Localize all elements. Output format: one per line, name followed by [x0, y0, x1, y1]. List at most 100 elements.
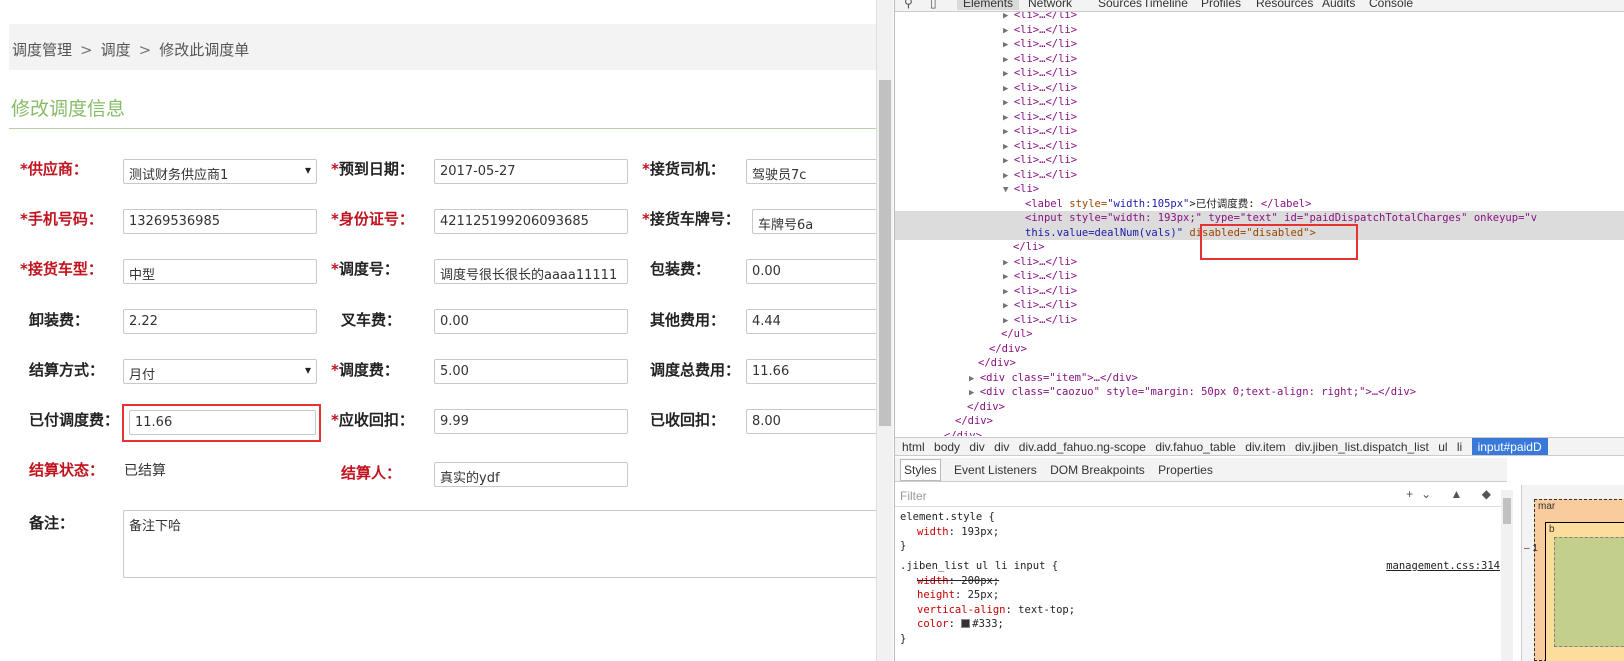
dom-node[interactable]: </div>: [955, 414, 993, 429]
css-declaration[interactable]: width: 193px;: [917, 525, 999, 540]
page-scrollbar-thumb[interactable]: [879, 80, 891, 426]
dom-node[interactable]: </ul>: [1001, 327, 1033, 342]
dom-crumb[interactable]: body: [934, 440, 966, 454]
dom-node[interactable]: </div>: [978, 356, 1016, 371]
box-model-side-value: – 1: [1524, 543, 1538, 554]
packing-fee-input[interactable]: 0.00: [746, 259, 876, 284]
driver-label: *接货司机：: [642, 160, 725, 178]
dom-crumb[interactable]: div: [994, 440, 1015, 454]
next-section-title-partial: [24, 634, 29, 653]
dom-crumb[interactable]: li: [1457, 440, 1468, 454]
forklift-fee-label: 叉车费：: [341, 311, 402, 329]
dom-node[interactable]: </div>: [967, 400, 1005, 415]
tab-styles[interactable]: Styles: [900, 459, 941, 481]
dom-node[interactable]: </div>: [989, 342, 1027, 357]
dom-node[interactable]: ▶ <li>…</li>: [1003, 37, 1077, 53]
search-icon[interactable]: ⚲: [904, 0, 913, 10]
dispatch-fee-input[interactable]: 5.00: [434, 359, 628, 384]
tab-network[interactable]: Network: [1028, 0, 1072, 10]
device-mode-icon[interactable]: ▯: [930, 0, 937, 10]
settler-input[interactable]: 真实的ydf: [434, 462, 628, 487]
forklift-fee-input[interactable]: 0.00: [434, 309, 628, 334]
tab-elements[interactable]: Elements: [957, 0, 1020, 10]
paid-dispatch-label: 已付调度费：: [29, 411, 120, 429]
dom-node[interactable]: ▶ <li>…</li>: [1003, 124, 1077, 140]
breadcrumb-item-dispatch[interactable]: 调度: [101, 41, 131, 59]
dom-node[interactable]: </div>: [944, 429, 982, 436]
receivable-rebate-label: *应收回扣：: [331, 411, 414, 429]
dom-crumb[interactable]: div.fahuo_table: [1155, 440, 1242, 454]
dom-node[interactable]: ▶ <div class="caozuo" style="margin: 50p…: [969, 385, 1416, 401]
css-declaration[interactable]: vertical-align: text-top;: [917, 603, 1075, 618]
id-card-input[interactable]: 421125199206093685: [434, 209, 628, 234]
dom-crumb[interactable]: div: [969, 440, 990, 454]
plate-input[interactable]: 车牌号6a: [752, 209, 876, 234]
settle-status-value: 已结算: [124, 463, 166, 479]
tab-console[interactable]: Console: [1369, 0, 1413, 10]
tab-dom-breakpoints[interactable]: DOM Breakpoints: [1050, 463, 1145, 477]
page-viewport: 调度管理 > 调度 > 修改此调度单 修改调度信息 *供应商： 测试财务供应商1 *预到…: [0, 0, 876, 661]
box-model-diagram: mar b – 1: [1521, 485, 1624, 661]
driver-input[interactable]: 驾驶员7c: [746, 159, 876, 184]
unloading-fee-input[interactable]: 2.22: [123, 309, 317, 334]
tab-properties[interactable]: Properties: [1158, 463, 1213, 477]
other-fee-label: 其他费用：: [650, 311, 726, 329]
dom-breadcrumb: html body div div div.add_fahuo.ng-scope…: [895, 437, 1624, 456]
dom-node[interactable]: </li>: [1013, 240, 1045, 255]
box-model-padding: [1554, 537, 1624, 647]
tab-sources[interactable]: Sources: [1098, 0, 1142, 10]
dom-node[interactable]: ▶ <li>…</li>: [1003, 298, 1077, 314]
dom-node[interactable]: ▶ <li>…</li>: [1003, 66, 1077, 82]
styles-scrollbar[interactable]: [1501, 490, 1513, 661]
css-source-link[interactable]: management.css:314: [1386, 559, 1500, 574]
css-declaration[interactable]: height: 25px;: [917, 588, 999, 603]
css-declaration-overridden[interactable]: width: 200px;: [917, 574, 999, 589]
tab-resources[interactable]: Resources: [1256, 0, 1313, 10]
receivable-rebate-input[interactable]: 9.99: [434, 409, 628, 434]
css-rule-close: }: [900, 540, 907, 552]
received-rebate-input[interactable]: 8.00: [746, 409, 876, 434]
dom-node[interactable]: ▶ <li>…</li>: [1003, 95, 1077, 111]
supplier-select[interactable]: 测试财务供应商1: [123, 159, 317, 184]
dom-node-expanded[interactable]: ▼ <li>: [1003, 182, 1039, 198]
dom-crumb[interactable]: div.item: [1245, 440, 1291, 454]
packing-fee-label: 包装费：: [650, 260, 711, 278]
tab-event-listeners[interactable]: Event Listeners: [954, 463, 1037, 477]
dispatch-total-input[interactable]: 11.66: [746, 359, 876, 384]
breadcrumb-item-dispatch-management[interactable]: 调度管理: [12, 41, 72, 59]
styles-toolbar-icons[interactable]: +⌄ ▲ ◆: [1406, 487, 1499, 501]
paid-dispatch-input[interactable]: 11.66: [129, 410, 316, 435]
dispatch-no-input[interactable]: 调度号很长很长的aaaa11111: [434, 259, 628, 284]
dom-crumb[interactable]: html: [902, 440, 931, 454]
vehicle-type-input[interactable]: 中型: [123, 259, 317, 284]
other-fee-input[interactable]: 4.44: [746, 309, 876, 334]
css-selector[interactable]: .jiben_list ul li input {management.css:…: [900, 559, 1500, 574]
tab-timeline[interactable]: Timeline: [1143, 0, 1188, 10]
color-swatch[interactable]: [961, 619, 971, 628]
devtools-panel: ⚲ ▯ Elements Network Sources Timeline Pr…: [894, 0, 1624, 661]
page-scrollbar[interactable]: [876, 0, 893, 661]
plate-label: *接货车牌号：: [642, 210, 740, 228]
css-selector[interactable]: element.style {: [900, 510, 995, 525]
dom-crumb-selected[interactable]: input#paidD: [1471, 438, 1548, 455]
dom-node[interactable]: ▶ <li>…</li>: [1003, 12, 1077, 24]
styles-filter-input[interactable]: Filter +⌄ ▲ ◆: [895, 485, 1507, 507]
dom-node[interactable]: ▶ <li>…</li>: [1003, 153, 1077, 169]
settle-method-select[interactable]: 月付: [123, 359, 317, 384]
tab-audits[interactable]: Audits: [1322, 0, 1355, 10]
dom-node-label[interactable]: <label style="width:105px">已付调度费: </labe…: [1025, 197, 1311, 212]
dom-crumb[interactable]: ul: [1438, 440, 1453, 454]
dom-crumb[interactable]: div.add_fahuo.ng-scope: [1019, 440, 1152, 454]
settler-label: 结算人：: [341, 464, 402, 482]
styles-scrollbar-thumb[interactable]: [1503, 498, 1511, 524]
box-model-margin: mar b: [1534, 499, 1624, 661]
remark-textarea[interactable]: 备注下哈: [123, 510, 876, 578]
breadcrumb: 调度管理 > 调度 > 修改此调度单: [9, 24, 876, 70]
dom-crumb[interactable]: div.jiben_list.dispatch_list: [1295, 440, 1435, 454]
tab-profiles[interactable]: Profiles: [1201, 0, 1241, 10]
phone-input[interactable]: 13269536985: [123, 209, 317, 234]
dom-node[interactable]: ▶ <li>…</li>: [1003, 269, 1077, 285]
css-declaration[interactable]: color: #333;: [917, 617, 1004, 632]
dispatch-fee-label: *调度费：: [331, 361, 399, 379]
arrival-date-input[interactable]: 2017-05-27: [434, 159, 628, 184]
